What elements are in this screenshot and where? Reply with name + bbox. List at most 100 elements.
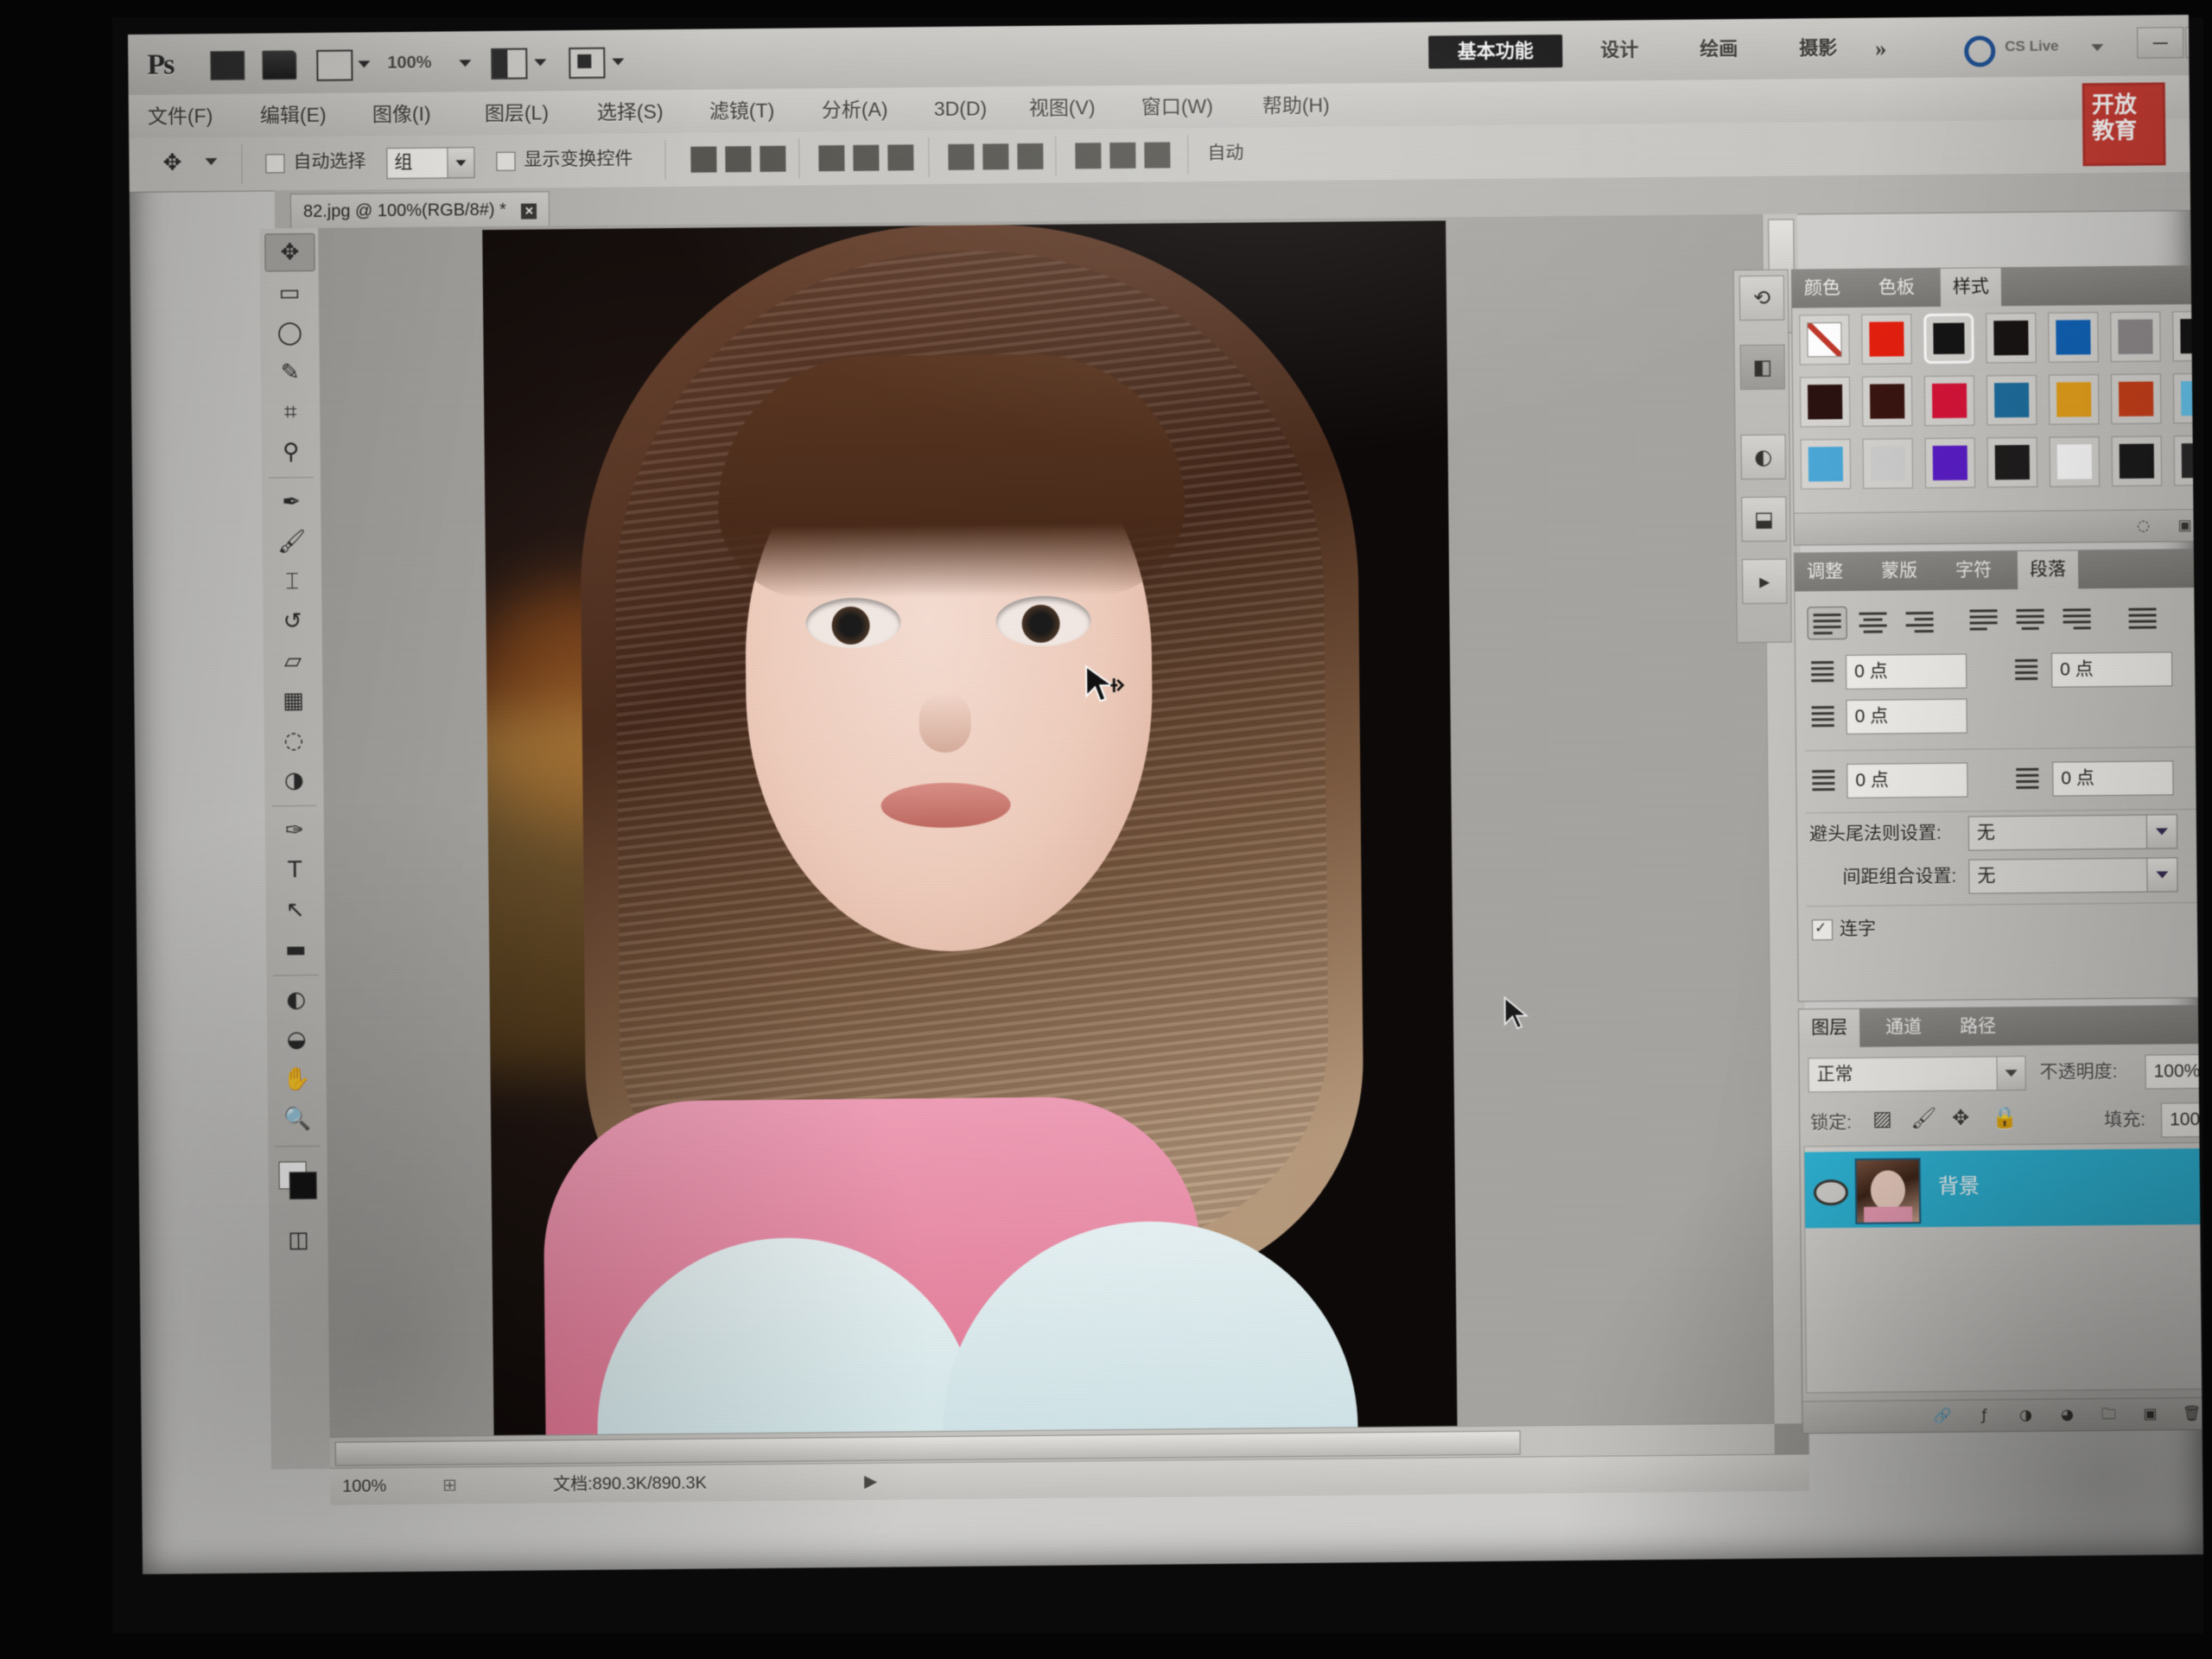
view-extras-chevron-icon[interactable] (358, 60, 371, 68)
menu-view[interactable]: 视图(V) (1029, 92, 1096, 123)
tab-styles[interactable]: 样式 (1940, 268, 2002, 307)
hand-tool[interactable]: ✋ (272, 1061, 321, 1098)
menu-analysis[interactable]: 分析(A) (822, 95, 888, 125)
workspace-design[interactable]: 设计 (1588, 34, 1650, 67)
clear-style-icon[interactable]: ◌ (2133, 517, 2153, 536)
indent-right-field[interactable]: 0 点 (2050, 652, 2173, 688)
chevron-down-icon[interactable] (2146, 858, 2177, 892)
style-swatch[interactable] (1923, 375, 1975, 427)
arrange-documents-icon[interactable] (491, 48, 528, 79)
eraser-tool[interactable]: ▱ (269, 643, 317, 680)
workspace-essentials[interactable]: 基本功能 (1428, 35, 1563, 69)
workspace-overflow-icon[interactable]: » (1875, 33, 1886, 64)
actions-panel-icon[interactable]: ▸ (1741, 558, 1788, 605)
style-swatch[interactable] (2110, 373, 2162, 424)
healing-brush-tool[interactable]: ✒ (267, 484, 315, 521)
chevron-down-icon[interactable] (447, 148, 474, 178)
lock-all-icon[interactable]: 🔒 (1992, 1106, 2018, 1130)
bridge-icon[interactable] (210, 50, 245, 81)
menu-edit[interactable]: 编辑(E) (260, 100, 327, 130)
move-tool-icon[interactable]: ✥ (155, 144, 189, 181)
lock-transparent-pixels-icon[interactable]: ▨ (1872, 1107, 1892, 1131)
style-swatch[interactable] (1986, 374, 2037, 426)
menu-image[interactable]: 图像(I) (372, 99, 431, 130)
history-brush-tool[interactable]: ↺ (268, 603, 316, 640)
cs-live-chevron-icon[interactable] (2091, 44, 2104, 52)
status-zoom[interactable]: 100% (342, 1475, 386, 1497)
status-expand-icon[interactable]: ▶ (864, 1471, 878, 1493)
align-horizontal-centers-button[interactable] (725, 146, 752, 173)
space-after-field[interactable]: 0 点 (2052, 760, 2174, 797)
move-tool[interactable]: ✥ (264, 232, 315, 272)
color-panel-icon[interactable]: ◧ (1739, 344, 1786, 391)
kinsoku-dropdown[interactable]: 无 (1967, 814, 2178, 851)
align-left-edges-button[interactable] (690, 146, 717, 173)
tab-channels[interactable]: 通道 (1873, 1008, 1934, 1047)
justify-last-left-button[interactable] (1964, 605, 2002, 636)
pen-tool[interactable]: ✑ (270, 812, 319, 849)
distribute-right-button[interactable] (1144, 142, 1171, 168)
shape-tool[interactable]: ▬ (271, 931, 320, 969)
layer-name[interactable]: 背景 (1938, 1173, 1980, 1200)
masks-panel-icon[interactable]: ⬓ (1741, 496, 1787, 543)
style-swatch[interactable] (1861, 376, 1913, 427)
layer-thumbnail[interactable] (1854, 1158, 1922, 1224)
table-row[interactable]: 背景 🔒 (1804, 1147, 2203, 1229)
justify-last-right-button[interactable] (2057, 604, 2095, 635)
tool-preset-chevron-icon[interactable] (205, 158, 218, 166)
auto-select-checkbox[interactable] (265, 154, 285, 174)
foreground-background-color[interactable] (278, 1161, 319, 1200)
quick-mask-toggle[interactable]: ◫ (274, 1222, 322, 1259)
workspace-photography[interactable]: 摄影 (1787, 32, 1849, 66)
style-swatch[interactable] (2048, 312, 2099, 363)
cs-live-icon[interactable] (1964, 35, 1996, 67)
menu-help[interactable]: 帮助(H) (1262, 91, 1330, 121)
menu-select[interactable]: 选择(S) (597, 97, 664, 127)
screen-mode-icon[interactable] (569, 47, 606, 79)
style-swatch[interactable] (1862, 438, 1914, 489)
align-right-text-button[interactable] (1900, 606, 1938, 637)
close-icon[interactable]: ✕ (521, 203, 537, 219)
history-panel-icon[interactable]: ⟲ (1738, 275, 1785, 321)
tab-character[interactable]: 字符 (1943, 551, 2004, 590)
align-center-text-button[interactable] (1853, 606, 1891, 637)
3d-camera-tool[interactable]: ◒ (272, 1021, 321, 1058)
menu-layer[interactable]: 图层(L) (485, 98, 549, 128)
document-image[interactable] (482, 220, 1459, 1469)
mini-bridge-icon[interactable] (262, 50, 297, 80)
gradient-tool[interactable]: ▦ (269, 683, 317, 720)
clone-stamp-tool[interactable]: ⌶ (268, 563, 316, 601)
tab-paths[interactable]: 路径 (1948, 1007, 2008, 1046)
style-swatch[interactable] (1799, 314, 1850, 365)
marquee-tool[interactable]: ▭ (265, 275, 314, 312)
menu-file[interactable]: 文件(F) (148, 101, 213, 131)
blur-tool[interactable]: ◌ (270, 722, 318, 760)
style-swatch[interactable] (2111, 435, 2163, 486)
3d-rotate-tool[interactable]: ◐ (272, 982, 321, 1019)
workspace-painting[interactable]: 绘画 (1688, 33, 1750, 67)
align-bottom-edges-button[interactable] (887, 144, 914, 171)
arrange-chevron-icon[interactable] (534, 59, 547, 67)
view-extras-icon[interactable] (316, 49, 353, 81)
distribute-bottom-button[interactable] (1017, 143, 1044, 170)
layer-list[interactable]: 背景 🔒 (1803, 1141, 2203, 1394)
brush-tool[interactable]: 🖌 (267, 524, 315, 561)
canvas-area[interactable] (318, 213, 1809, 1469)
eyedropper-tool[interactable]: ⚲ (266, 434, 315, 471)
menu-filter[interactable]: 滤镜(T) (709, 96, 775, 126)
adjustments-panel-icon[interactable]: ◐ (1740, 434, 1787, 480)
distribute-top-button[interactable] (948, 143, 975, 170)
type-tool[interactable]: T (270, 852, 319, 889)
layer-style-icon[interactable]: ƒ (1974, 1406, 1994, 1425)
opacity-field[interactable]: 100% (2145, 1053, 2203, 1090)
auto-align-button[interactable]: 自动 (1207, 143, 1243, 164)
styles-swatch-grid[interactable] (1799, 310, 2203, 490)
cs-live-label[interactable]: CS Live (2005, 35, 2059, 59)
space-before-field[interactable]: 0 点 (1847, 762, 1968, 798)
align-vertical-centers-button[interactable] (853, 144, 880, 171)
indent-first-line-field[interactable]: 0 点 (1846, 698, 1967, 734)
tab-adjustments[interactable]: 调整 (1795, 553, 1855, 592)
document-tab[interactable]: 82.jpg @ 100%(RGB/8#) * ✕ (289, 191, 550, 230)
auto-select-scope-dropdown[interactable]: 组 (386, 147, 475, 180)
path-selection-tool[interactable]: ↖ (271, 892, 320, 929)
